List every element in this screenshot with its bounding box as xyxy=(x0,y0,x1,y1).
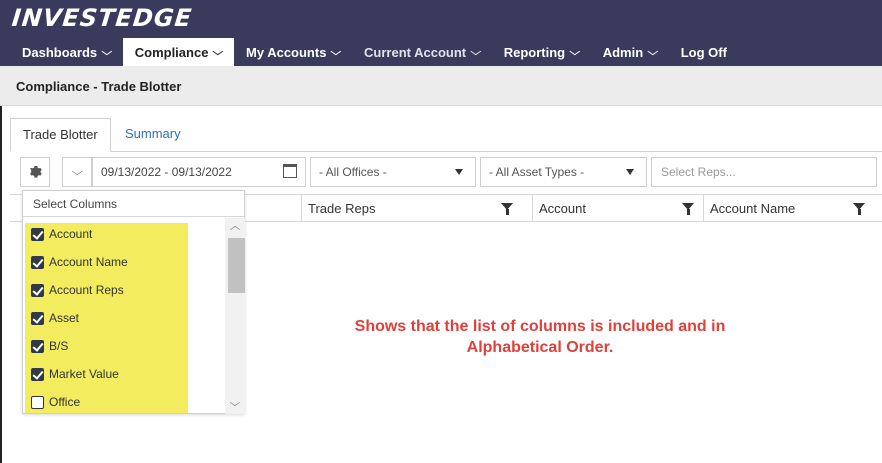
checkbox-unchecked-icon[interactable] xyxy=(31,395,44,409)
page-title: Compliance - Trade Blotter xyxy=(16,79,182,94)
chevron-down-icon: ⌵ xyxy=(101,46,113,58)
nav-dashboards[interactable]: Dashboards ⌵ xyxy=(10,38,123,66)
column-option-label: Market Value xyxy=(49,367,119,381)
date-range-value: 09/13/2022 - 09/13/2022 xyxy=(101,165,232,179)
nav-log-off[interactable]: Log Off xyxy=(669,38,739,66)
column-option[interactable]: B/S xyxy=(31,336,68,356)
nav-label: My Accounts xyxy=(246,44,327,60)
annotation-line-1: Shows that the list of columns is includ… xyxy=(354,318,726,335)
column-chooser-dropdown: Select Columns Account Account Name Accoun… xyxy=(22,190,245,414)
date-range-input[interactable]: 09/13/2022 - 09/13/2022 xyxy=(92,157,306,187)
nav-label: Compliance xyxy=(134,44,209,60)
nav-label: Dashboards xyxy=(22,44,98,60)
nav-current-account[interactable]: Current Account ⌵ xyxy=(352,38,492,66)
gear-icon xyxy=(30,165,42,178)
offices-select[interactable]: - All Offices - xyxy=(310,157,476,187)
filter-icon[interactable] xyxy=(682,203,694,215)
scroll-down-icon[interactable]: ⌵ xyxy=(221,396,249,412)
dropdown-arrow-icon xyxy=(455,169,463,175)
column-chooser-title: Select Columns xyxy=(23,191,244,217)
column-header-account[interactable]: Account xyxy=(532,195,702,222)
column-option-label: Asset xyxy=(49,311,80,325)
tab-trade-blotter[interactable]: Trade Blotter xyxy=(10,118,111,152)
filter-icon[interactable] xyxy=(853,203,865,215)
breadcrumb-bar: Compliance - Trade Blotter xyxy=(0,66,882,106)
chevron-down-icon: ⌵ xyxy=(212,46,224,58)
column-option-label: Account Name xyxy=(49,255,128,269)
date-preset-dropdown[interactable]: ⌵ xyxy=(62,157,92,187)
checkbox-checked-icon[interactable] xyxy=(31,311,44,325)
column-option-label: Account xyxy=(49,227,93,241)
nav-label: Log Off xyxy=(680,44,727,60)
chevron-down-icon: ⌵ xyxy=(71,165,83,178)
column-option[interactable]: Account Reps xyxy=(31,280,124,300)
main-nav: Dashboards ⌵ Compliance ⌵ My Accounts ⌵ … xyxy=(10,38,739,66)
annotation-text: Shows that the list of columns is includ… xyxy=(290,316,790,358)
checkbox-checked-icon[interactable] xyxy=(31,255,44,269)
column-header-account-name[interactable]: Account Name xyxy=(703,195,873,222)
annotation-line-2: Alphabetical Order. xyxy=(466,339,614,356)
chevron-down-icon: ⌵ xyxy=(470,46,482,58)
column-option-label: Office xyxy=(49,395,81,409)
settings-button[interactable] xyxy=(20,157,50,187)
chevron-down-icon: ⌵ xyxy=(647,46,659,58)
page: INVESTEDGE Dashboards ⌵ Compliance ⌵ My … xyxy=(0,0,882,463)
checkbox-checked-icon[interactable] xyxy=(31,367,44,381)
chevron-down-icon: ⌵ xyxy=(569,46,581,58)
column-option-label: B/S xyxy=(49,339,69,353)
column-option-label: Account Reps xyxy=(49,283,124,297)
column-header-label: Account xyxy=(539,201,586,216)
app-logo[interactable]: INVESTEDGE xyxy=(11,4,194,32)
filter-icon[interactable] xyxy=(501,203,513,215)
nav-admin[interactable]: Admin ⌵ xyxy=(591,38,669,66)
nav-label: Reporting xyxy=(503,44,566,60)
reps-placeholder: Select Reps... xyxy=(661,165,736,179)
column-option[interactable]: Office xyxy=(31,392,80,412)
nav-my-accounts[interactable]: My Accounts ⌵ xyxy=(234,38,352,66)
chevron-down-icon: ⌵ xyxy=(330,46,342,58)
reps-input[interactable]: Select Reps... xyxy=(651,157,877,187)
calendar-icon[interactable] xyxy=(283,164,297,178)
tab-strip: Trade Blotter Summary xyxy=(10,118,882,152)
asset-types-select[interactable]: - All Asset Types - xyxy=(480,157,647,187)
asset-types-value: - All Asset Types - xyxy=(489,165,585,179)
checkbox-checked-icon[interactable] xyxy=(31,283,44,297)
scroll-thumb[interactable] xyxy=(228,238,245,293)
left-border xyxy=(0,106,2,463)
column-header-label: Account Name xyxy=(710,201,796,216)
checkbox-checked-icon[interactable] xyxy=(31,339,44,353)
column-option[interactable]: Account xyxy=(31,224,92,244)
column-header-trade-reps[interactable]: Trade Reps xyxy=(301,195,521,222)
column-option[interactable]: Market Value xyxy=(31,364,119,384)
nav-label: Admin xyxy=(602,44,644,60)
tab-summary[interactable]: Summary xyxy=(113,118,193,152)
column-option[interactable]: Account Name xyxy=(31,252,128,272)
nav-compliance[interactable]: Compliance ⌵ xyxy=(122,38,235,66)
top-navigation-bar: INVESTEDGE Dashboards ⌵ Compliance ⌵ My … xyxy=(0,0,882,66)
column-header-label: Trade Reps xyxy=(308,201,376,216)
dropdown-arrow-icon xyxy=(626,169,634,175)
nav-reporting[interactable]: Reporting ⌵ xyxy=(492,38,591,66)
nav-label: Current Account xyxy=(364,44,467,60)
checkbox-checked-icon[interactable] xyxy=(31,227,44,241)
filter-toolbar: ⌵ 09/13/2022 - 09/13/2022 - All Offices … xyxy=(10,157,882,189)
offices-value: - All Offices - xyxy=(319,165,387,179)
scrollbar[interactable]: ⌵ ⌵ xyxy=(225,218,245,414)
column-option[interactable]: Asset xyxy=(31,308,79,328)
scroll-up-icon[interactable]: ⌵ xyxy=(221,220,249,236)
